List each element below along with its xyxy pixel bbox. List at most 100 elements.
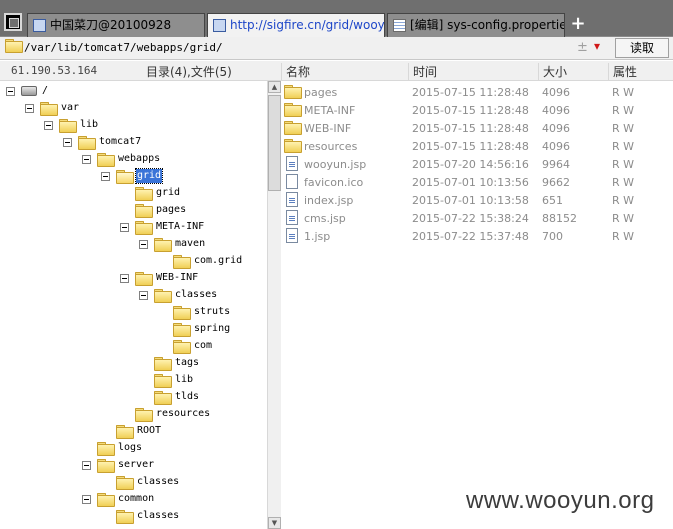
file-name: META-INF (304, 104, 356, 117)
tree-node[interactable]: pages (0, 202, 267, 219)
file-row[interactable]: pages 2015-07-15 11:28:48 4096 R W (281, 83, 673, 101)
tree-node[interactable]: classes (0, 508, 267, 525)
folder-icon (135, 204, 153, 218)
scroll-down-icon[interactable]: ▼ (268, 517, 281, 529)
tree-node-label: var (61, 102, 80, 113)
collapse-icon[interactable] (120, 274, 129, 283)
tree-node[interactable]: com.grid (0, 253, 267, 270)
tree-node[interactable]: lib (0, 372, 267, 389)
collapse-icon[interactable] (139, 291, 148, 300)
file-row[interactable]: META-INF 2015-07-15 11:28:48 4096 R W (281, 101, 673, 119)
tree-node-label: tlds (175, 391, 200, 402)
tree-node[interactable]: webapps (0, 151, 267, 168)
folder-icon (97, 493, 115, 507)
collapse-icon[interactable] (25, 104, 34, 113)
scroll-up-icon[interactable]: ▲ (268, 81, 281, 93)
folder-icon (116, 425, 134, 439)
tree-node[interactable]: grid (0, 185, 267, 202)
tree-node[interactable]: tomcat7 (0, 134, 267, 151)
tree-node[interactable]: tlds (0, 389, 267, 406)
tree-node[interactable]: spring (0, 321, 267, 338)
file-attr: R W (612, 140, 635, 153)
tree-node[interactable]: com (0, 338, 267, 355)
read-button[interactable]: 读取 (615, 38, 669, 58)
tree-node-label: classes (137, 476, 180, 487)
tree-node[interactable]: tags (0, 355, 267, 372)
file-name: WEB-INF (304, 122, 352, 135)
file-row[interactable]: wooyun.jsp 2015-07-20 14:56:16 9964 R W (281, 155, 673, 173)
tree-node[interactable]: ROOT (0, 423, 267, 440)
tab-main[interactable]: 中国菜刀@20100928 (27, 13, 205, 37)
clear-icon[interactable]: ± (577, 40, 588, 55)
tree-node[interactable]: grid (0, 168, 267, 185)
folder-icon (59, 119, 77, 133)
file-row[interactable]: favicon.ico 2015-07-01 10:13:56 9662 R W (281, 173, 673, 191)
collapse-icon[interactable] (6, 87, 15, 96)
column-name[interactable]: 名称 (281, 63, 310, 80)
file-time: 2015-07-15 11:28:48 (412, 104, 529, 117)
file-row[interactable]: index.jsp 2015-07-01 10:13:58 651 R W (281, 191, 673, 209)
tree-node-label: resources (156, 408, 211, 419)
collapse-icon[interactable] (120, 223, 129, 232)
window-menu-icon[interactable] (4, 13, 22, 31)
tree-node[interactable]: classes (0, 474, 267, 491)
directory-tree[interactable]: / var lib tomcat7 webapps grid grid pages META-I… (0, 81, 267, 529)
tree-node-label: classes (175, 289, 218, 300)
file-row[interactable]: resources 2015-07-15 11:28:48 4096 R W (281, 137, 673, 155)
tree-node-label: tomcat7 (99, 136, 142, 147)
tree-node[interactable]: server (0, 457, 267, 474)
folder-icon (40, 102, 58, 116)
tree-node[interactable]: META-INF (0, 219, 267, 236)
file-name: cms.jsp (304, 212, 346, 225)
document-icon (393, 19, 406, 32)
collapse-icon[interactable] (82, 495, 91, 504)
tab-editor[interactable]: [编辑] sys-config.properties (387, 13, 565, 37)
file-attr: R W (612, 194, 635, 207)
tree-node-label: com (194, 340, 213, 351)
collapse-icon[interactable] (82, 461, 91, 470)
tree-node[interactable]: logs (0, 440, 267, 457)
blank-file-icon (286, 174, 298, 189)
path-input[interactable]: /var/lib/tomcat7/webapps/grid/ (24, 41, 223, 54)
tree-node[interactable]: lib (0, 117, 267, 134)
tree-node-label: tags (175, 357, 200, 368)
tree-node[interactable]: maven (0, 236, 267, 253)
tree-scrollbar[interactable]: ▲ ▼ (267, 81, 281, 529)
tree-node[interactable]: classes (0, 287, 267, 304)
column-time[interactable]: 时间 (408, 63, 437, 80)
file-row[interactable]: cms.jsp 2015-07-22 15:38:24 88152 R W (281, 209, 673, 227)
collapse-icon[interactable] (139, 240, 148, 249)
folder-icon (97, 442, 115, 456)
file-attr: R W (612, 212, 635, 225)
tree-node-label: logs (118, 442, 143, 453)
tree-node[interactable]: / (0, 83, 267, 100)
new-tab-button[interactable]: + (570, 13, 586, 35)
tab-file-manager[interactable]: http://sigfire.cn/grid/wooyun.j... (207, 13, 385, 37)
folder-icon (135, 221, 153, 235)
file-attr: R W (612, 122, 635, 135)
file-size: 4096 (542, 86, 570, 99)
collapse-icon[interactable] (101, 172, 110, 181)
tree-node[interactable]: struts (0, 304, 267, 321)
collapse-icon[interactable] (63, 138, 72, 147)
document-icon (286, 210, 298, 225)
file-row[interactable]: WEB-INF 2015-07-15 11:28:48 4096 R W (281, 119, 673, 137)
tree-node[interactable]: common (0, 491, 267, 508)
tree-node-label: META-INF (156, 221, 205, 232)
column-size[interactable]: 大小 (538, 63, 567, 80)
tree-node[interactable]: resources (0, 406, 267, 423)
file-row[interactable]: 1.jsp 2015-07-22 15:37:48 700 R W (281, 227, 673, 245)
scroll-thumb[interactable] (268, 95, 281, 191)
path-bar: /var/lib/tomcat7/webapps/grid/ ± ▾ 读取 (0, 37, 673, 60)
file-name: favicon.ico (304, 176, 364, 189)
column-attr[interactable]: 属性 (608, 63, 637, 80)
collapse-icon[interactable] (44, 121, 53, 130)
chevron-down-icon[interactable]: ▾ (594, 39, 600, 53)
tree-node-label: com.grid (194, 255, 243, 266)
server-ip: 61.190.53.164 (11, 64, 98, 77)
tree-node[interactable]: WEB-INF (0, 270, 267, 287)
file-size: 4096 (542, 140, 570, 153)
tree-node[interactable]: var (0, 100, 267, 117)
collapse-icon[interactable] (82, 155, 91, 164)
tree-node-label: webapps (118, 153, 161, 164)
